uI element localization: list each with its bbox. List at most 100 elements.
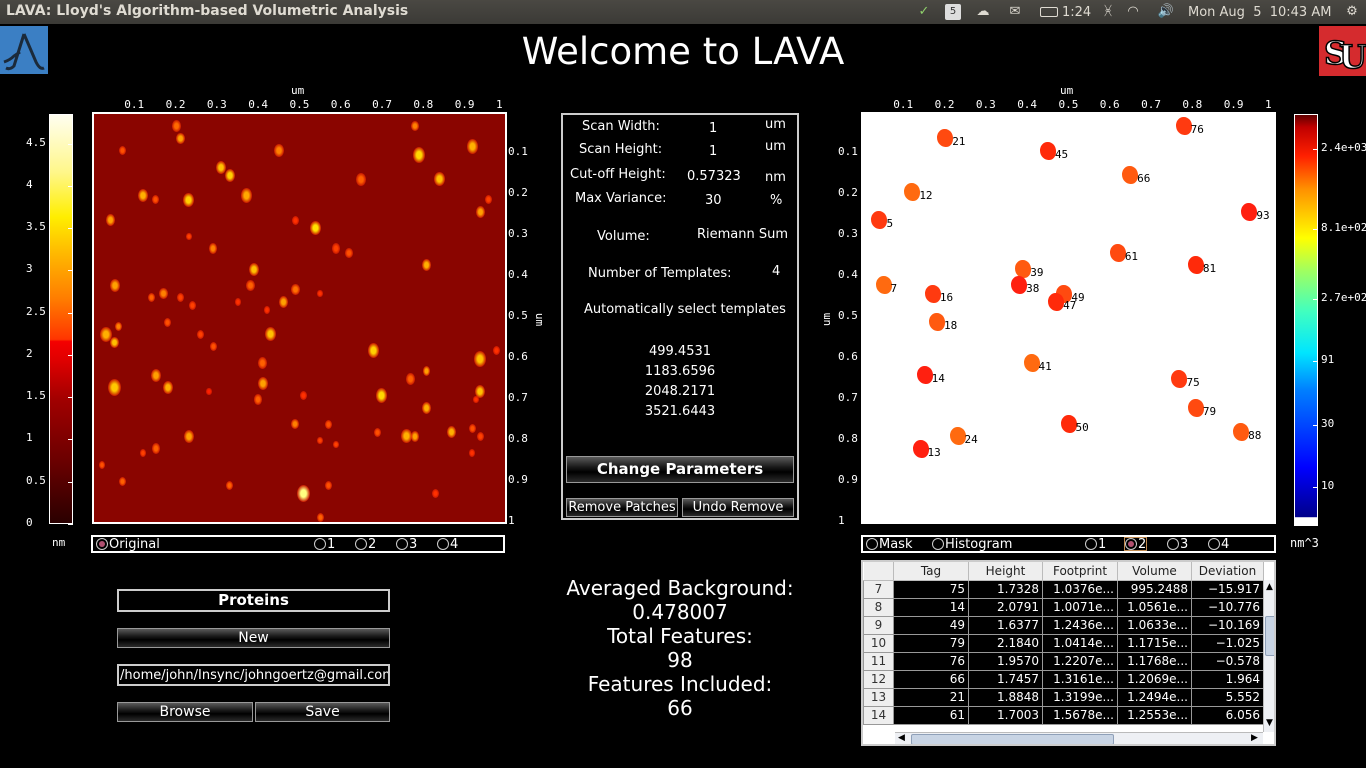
radio-template-1-dot[interactable] — [1085, 538, 1097, 550]
remove-patches-button[interactable]: Remove Patches — [566, 498, 678, 517]
radio-template-3[interactable]: 3 — [1167, 537, 1188, 552]
feature-blob[interactable] — [904, 182, 921, 201]
bluetooth-icon[interactable]: ᚸ — [1100, 4, 1116, 20]
radio-template-1-dot[interactable] — [314, 538, 326, 550]
tray-battery[interactable]: 1:24 — [1040, 0, 1091, 24]
table-cell[interactable]: 1.0633e... — [1117, 615, 1192, 635]
table-cell[interactable]: 14 — [893, 597, 969, 617]
auto-select-templates-label[interactable]: Automatically select templates — [584, 302, 786, 317]
feature-blob[interactable] — [1187, 255, 1204, 274]
feature-blob[interactable] — [1060, 415, 1077, 434]
change-parameters-button[interactable]: Change Parameters — [566, 456, 794, 483]
column-header[interactable]: Tag — [893, 562, 969, 581]
table-cell[interactable]: 1.3161e... — [1042, 669, 1118, 689]
table-cell[interactable]: 79 — [893, 633, 969, 653]
radio-mask[interactable]: Mask — [866, 537, 912, 552]
table-cell[interactable]: −1.025 — [1191, 633, 1264, 653]
table-cell[interactable]: 1.0071e... — [1042, 597, 1118, 617]
table-row[interactable]: 7 75 1.7328 1.0376e... 995.2488 −15.917 — [863, 579, 1264, 599]
table-row[interactable]: 11 76 1.9570 1.2207e... 1.1768e... −0.578 — [863, 651, 1264, 671]
wifi-icon[interactable]: ◠ — [1123, 4, 1143, 20]
table-cell[interactable]: 1.2069e... — [1117, 669, 1192, 689]
feature-blob[interactable] — [1039, 141, 1056, 160]
radio-original[interactable]: Original — [96, 537, 160, 552]
radio-template-4-dot[interactable] — [1208, 538, 1220, 550]
table-cell[interactable]: 1.2553e... — [1117, 705, 1192, 725]
cloud-icon[interactable]: ☁ — [975, 4, 991, 20]
column-header[interactable]: Footprint — [1042, 562, 1118, 581]
scroll-right-arrow-icon[interactable]: ▶ — [1251, 733, 1258, 743]
table-cell[interactable]: 1.9570 — [968, 651, 1043, 671]
table-cell[interactable]: 1.2494e... — [1117, 687, 1192, 707]
table-cell[interactable]: 2.1840 — [968, 633, 1043, 653]
feature-blob[interactable] — [912, 439, 929, 458]
table-cell[interactable]: 21 — [893, 687, 969, 707]
tray-volume[interactable]: 🔊 — [1156, 0, 1176, 24]
volume-icon[interactable]: 🔊 — [1156, 4, 1176, 20]
tray-clock[interactable]: Mon Aug 5 10:43 AM — [1188, 0, 1331, 24]
radio-template-4-dot[interactable] — [437, 538, 449, 550]
table-cell[interactable]: 1.0376e... — [1042, 579, 1118, 599]
table-cell[interactable]: 5.552 — [1191, 687, 1264, 707]
feature-blob[interactable] — [937, 129, 954, 148]
table-cell[interactable]: −0.578 — [1191, 651, 1264, 671]
scroll-up-arrow-icon[interactable]: ▲ — [1266, 582, 1273, 592]
table-cell[interactable]: 1.5678e... — [1042, 705, 1118, 725]
table-cell[interactable]: 1.1768e... — [1117, 651, 1192, 671]
new-protein-button[interactable]: New — [117, 628, 390, 648]
scroll-down-arrow-icon[interactable]: ▼ — [1266, 718, 1273, 728]
power-gear-icon[interactable]: ⚙ — [1344, 4, 1360, 20]
column-header[interactable]: Volume — [1117, 562, 1192, 581]
column-header[interactable]: Deviation — [1191, 562, 1264, 581]
feature-blob[interactable] — [875, 276, 892, 295]
table-row[interactable]: 9 49 1.6377 1.2436e... 1.0633e... −10.169 — [863, 615, 1264, 635]
table-cell[interactable]: 49 — [893, 615, 969, 635]
radio-template-4[interactable]: 4 — [437, 537, 458, 552]
calendar-icon[interactable]: 5 — [945, 4, 961, 20]
network-sync-icon[interactable]: ✓ — [916, 4, 932, 20]
scan-height-value[interactable]: 1 — [709, 144, 717, 159]
max-variance-value[interactable]: 30 — [705, 193, 722, 208]
table-cell[interactable]: 66 — [893, 669, 969, 689]
table-cell[interactable]: −10.169 — [1191, 615, 1264, 635]
radio-template-2[interactable]: 2 — [1124, 537, 1148, 552]
tray-wifi[interactable]: ◠ — [1123, 0, 1143, 24]
radio-mask-dot[interactable] — [866, 538, 878, 550]
vertical-scrollbar[interactable]: ▲ ▼ — [1263, 580, 1274, 732]
radio-template-3[interactable]: 3 — [396, 537, 417, 552]
radio-template-3-dot[interactable] — [396, 538, 408, 550]
table-cell[interactable]: 1.3199e... — [1042, 687, 1118, 707]
feature-blob[interactable] — [916, 366, 933, 385]
table-cell[interactable]: −15.917 — [1191, 579, 1264, 599]
table-cell[interactable]: 1.1715e... — [1117, 633, 1192, 653]
browse-button[interactable]: Browse — [117, 702, 253, 722]
radio-template-2[interactable]: 2 — [355, 537, 376, 552]
feature-blob[interactable] — [1048, 292, 1065, 311]
feature-blob[interactable] — [1023, 353, 1040, 372]
feature-blob[interactable] — [1241, 202, 1258, 221]
table-cell[interactable]: 1.7457 — [968, 669, 1043, 689]
radio-template-2-dot[interactable] — [355, 538, 367, 550]
feature-blob[interactable] — [928, 313, 945, 332]
num-templates-value[interactable]: 4 — [772, 264, 780, 279]
table-row[interactable]: 14 61 1.7003 1.5678e... 1.2553e... 6.056 — [863, 705, 1264, 725]
table-row[interactable]: 10 79 2.1840 1.0414e... 1.1715e... −1.025 — [863, 633, 1264, 653]
feature-blob[interactable] — [1233, 423, 1250, 442]
undo-remove-button[interactable]: Undo Remove — [682, 498, 794, 517]
feature-mask-image[interactable]: 76 21 45 66 12 93 5 61 81 39 7 38 16 49 47 18 41 14 75 79 50… — [861, 112, 1276, 524]
feature-blob[interactable] — [1122, 166, 1139, 185]
tray-calendar[interactable]: 5 — [945, 0, 961, 24]
cutoff-height-value[interactable]: 0.57323 — [687, 169, 741, 184]
tray-network[interactable]: ✓ — [916, 0, 932, 24]
column-header[interactable]: Height — [968, 562, 1043, 581]
feature-blob[interactable] — [1187, 398, 1204, 417]
table-cell[interactable]: −10.776 — [1191, 597, 1264, 617]
table-cell[interactable]: 1.0561e... — [1117, 597, 1192, 617]
radio-template-1[interactable]: 1 — [1085, 537, 1106, 552]
table-cell[interactable]: 995.2488 — [1117, 579, 1192, 599]
table-row[interactable]: 12 66 1.7457 1.3161e... 1.2069e... 1.964 — [863, 669, 1264, 689]
table-row[interactable]: 8 14 2.0791 1.0071e... 1.0561e... −10.776 — [863, 597, 1264, 617]
table-cell[interactable]: 1.8848 — [968, 687, 1043, 707]
protein-path-input[interactable] — [117, 664, 390, 686]
table-cell[interactable]: 75 — [893, 579, 969, 599]
